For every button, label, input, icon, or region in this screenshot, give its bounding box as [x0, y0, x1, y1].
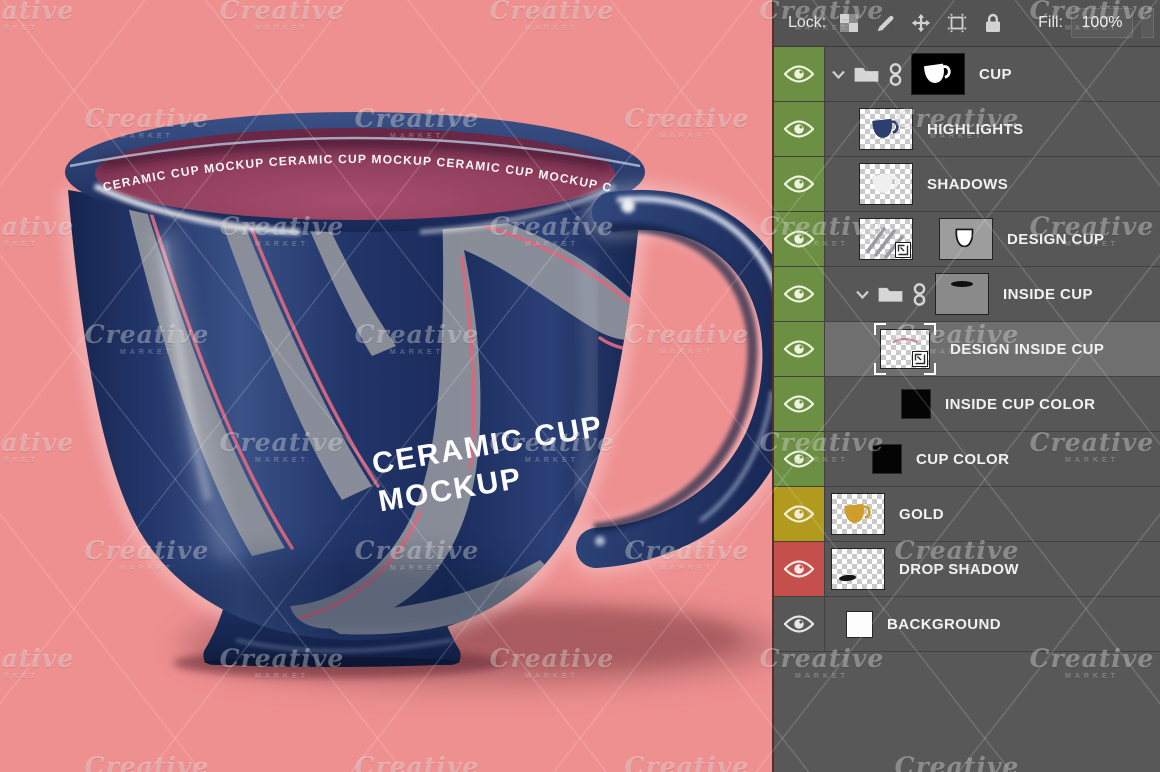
layer-label: GOLD: [899, 506, 944, 523]
fill-input[interactable]: 100%: [1071, 8, 1133, 38]
eye-icon: [784, 119, 814, 139]
layer-row-shadows[interactable]: SHADOWS: [774, 157, 1160, 212]
shadow-smudge-glyph: [839, 574, 857, 582]
lock-all-icon[interactable]: [980, 10, 1006, 36]
lock-position-icon[interactable]: [908, 10, 934, 36]
link-icon: [889, 61, 902, 88]
layers-panel-empty-area: [774, 652, 1160, 772]
ceramic-cup-artwork: CERAMIC CUP MOCKUP CERAMIC CUP MOCKUP CE…: [0, 0, 772, 772]
eye-icon: [784, 64, 814, 84]
layer-thumbnail[interactable]: [859, 218, 913, 260]
layer-mask-thumbnail[interactable]: [939, 218, 993, 260]
layer-visibility-toggle[interactable]: [774, 267, 825, 321]
layer-row-cup-color[interactable]: CUP COLOR: [774, 432, 1160, 487]
layer-row-gold[interactable]: GOLD: [774, 487, 1160, 542]
folder-icon: [853, 65, 880, 84]
lock-transparent-pixels-icon[interactable]: [836, 10, 862, 36]
layer-list: CUP HIGHLIGHTS SHADOWS DESIGN CUP INSIDE…: [774, 47, 1160, 652]
eye-icon: [784, 174, 814, 194]
layer-label: DESIGN CUP: [1007, 231, 1104, 248]
layer-visibility-toggle[interactable]: [774, 542, 825, 596]
layer-row-inside-cup-color[interactable]: INSIDE CUP COLOR: [774, 377, 1160, 432]
layer-visibility-toggle[interactable]: [774, 432, 825, 486]
layer-visibility-toggle[interactable]: [774, 157, 825, 211]
layer-label: DESIGN INSIDE CUP: [950, 341, 1104, 358]
eye-icon: [784, 559, 814, 579]
eye-icon: [784, 229, 814, 249]
eye-icon: [784, 449, 814, 469]
layer-row-cup[interactable]: CUP: [774, 47, 1160, 102]
layers-panel: Lock: Fill: 100%: [772, 0, 1160, 772]
layer-label: CUP COLOR: [916, 451, 1009, 468]
layer-row-design-inside-cup[interactable]: DESIGN INSIDE CUP: [774, 322, 1160, 377]
layer-visibility-toggle[interactable]: [774, 47, 825, 101]
chevron-down-icon[interactable]: [855, 290, 870, 299]
mockup-canvas: CERAMIC CUP MOCKUP CERAMIC CUP MOCKUP CE…: [0, 0, 772, 772]
layer-visibility-toggle[interactable]: [774, 102, 825, 156]
layer-label: CUP: [979, 66, 1012, 83]
layer-row-design-cup[interactable]: DESIGN CUP: [774, 212, 1160, 267]
lock-image-pixels-icon[interactable]: [872, 10, 898, 36]
eye-icon: [784, 504, 814, 524]
layer-row-highlights[interactable]: HIGHLIGHTS: [774, 102, 1160, 157]
layer-label: INSIDE CUP: [1003, 286, 1093, 303]
layer-thumbnail[interactable]: [831, 548, 885, 590]
layer-thumbnail[interactable]: [859, 108, 913, 150]
layer-visibility-toggle[interactable]: [774, 212, 825, 266]
chevron-down-icon[interactable]: [831, 70, 846, 79]
layer-thumbnail[interactable]: [880, 329, 930, 369]
smart-object-badge-icon: [895, 242, 911, 258]
layer-label: DROP SHADOW: [899, 561, 1019, 578]
layer-thumbnail[interactable]: [911, 53, 965, 95]
layer-visibility-toggle[interactable]: [774, 597, 825, 651]
screenshot-root: CERAMIC CUP MOCKUP CERAMIC CUP MOCKUP CE…: [0, 0, 1160, 772]
lock-artboard-icon[interactable]: [944, 10, 970, 36]
eye-icon: [784, 614, 814, 634]
selected-thumbnail-frame: [874, 323, 936, 375]
layer-thumbnail[interactable]: [859, 163, 913, 205]
eye-icon: [784, 339, 814, 359]
inside-cup-opening-glyph: [951, 281, 973, 287]
fill-label: Fill:: [1038, 14, 1063, 32]
layers-options-bar: Lock: Fill: 100%: [774, 0, 1160, 47]
layer-row-background[interactable]: BACKGROUND: [774, 597, 1160, 652]
eye-icon: [784, 284, 814, 304]
layer-row-inside-cup[interactable]: INSIDE CUP: [774, 267, 1160, 322]
layer-visibility-toggle[interactable]: [774, 377, 825, 431]
fill-value: 100%: [1082, 14, 1123, 32]
fill-dropdown-arrow[interactable]: [1141, 8, 1154, 38]
layer-thumbnail[interactable]: [935, 273, 989, 315]
layer-visibility-toggle[interactable]: [774, 487, 825, 541]
link-icon: [913, 281, 926, 308]
layer-label: BACKGROUND: [887, 616, 1001, 633]
folder-icon: [877, 285, 904, 304]
color-fill-swatch[interactable]: [846, 611, 873, 638]
lock-label: Lock:: [788, 14, 826, 32]
layer-label: INSIDE CUP COLOR: [945, 396, 1095, 413]
layer-label: HIGHLIGHTS: [927, 121, 1024, 138]
color-fill-swatch[interactable]: [901, 389, 931, 419]
layer-label: SHADOWS: [927, 176, 1008, 193]
color-fill-swatch[interactable]: [872, 444, 902, 474]
layer-visibility-toggle[interactable]: [774, 322, 825, 376]
eye-icon: [784, 394, 814, 414]
layer-row-drop-shadow[interactable]: DROP SHADOW: [774, 542, 1160, 597]
layer-thumbnail[interactable]: [831, 493, 885, 535]
